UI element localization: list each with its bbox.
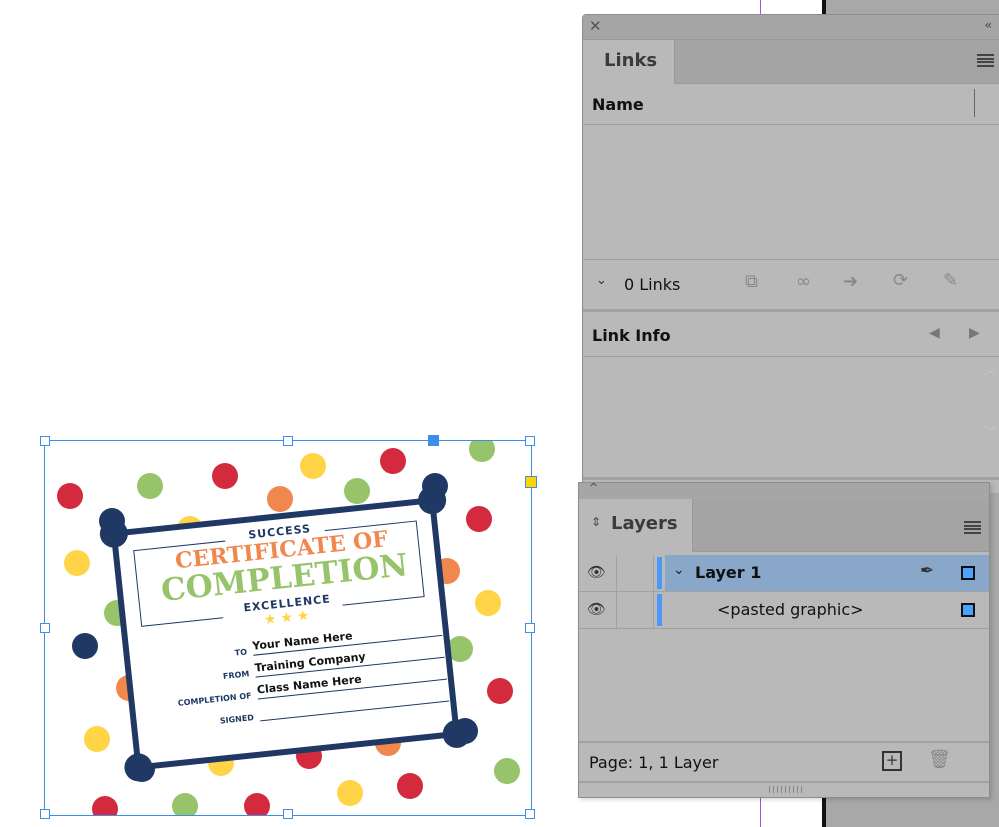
links-tab-row: Links (583, 40, 999, 84)
layers-panel: ^ ⇕ Layers 👁 ⌄ Layer 1 ✒ 👁 <pasted graphic> P… (578, 481, 990, 798)
layers-status: Page: 1, 1 Layer (589, 753, 719, 772)
link-info-body: ︿ ﹀ (583, 357, 999, 477)
layer-name-cell[interactable]: ⌄ Layer 1 ✒ (665, 555, 989, 591)
delete-layer-icon[interactable]: 🗑 (928, 749, 951, 770)
resize-handle-top[interactable] (283, 436, 293, 446)
confetti-dot (244, 793, 270, 815)
collapse-panel-icon[interactable]: ‹‹ (984, 18, 991, 32)
resize-handle-bottom[interactable] (283, 809, 293, 819)
visibility-eye-icon[interactable]: 👁 (587, 563, 606, 581)
selection-square-icon[interactable] (961, 566, 975, 580)
tab-links-label: Links (604, 50, 658, 71)
close-icon[interactable]: ✕ (589, 17, 602, 35)
tab-layers[interactable]: ⇕ Layers (579, 499, 693, 552)
confetti-dot (337, 780, 363, 806)
resize-handle-top-right[interactable] (525, 436, 535, 446)
confetti-dot (344, 478, 370, 504)
tab-options-icon: ⇕ (591, 515, 602, 529)
confetti-dot (475, 590, 501, 616)
resize-handle-top-left[interactable] (40, 436, 50, 446)
next-link-icon[interactable]: ▶ (969, 325, 980, 341)
reference-point-handle[interactable] (428, 435, 439, 446)
goto-link-icon[interactable]: ➔ (843, 271, 858, 292)
layers-footer: Page: 1, 1 Layer + 🗑 (579, 743, 989, 783)
confetti-dot (397, 773, 423, 799)
confetti-dot (380, 448, 406, 474)
panel-menu-icon[interactable] (964, 521, 981, 534)
layer-row[interactable]: 👁 ⌄ Layer 1 ✒ (579, 555, 989, 592)
confetti-dot (267, 486, 293, 512)
new-layer-icon[interactable]: + (882, 751, 902, 771)
confetti-dot (64, 550, 90, 576)
selection-square-icon[interactable] (961, 603, 975, 617)
layers-panel-titlebar[interactable]: ^ (579, 481, 989, 499)
confetti-dot (466, 506, 492, 532)
layer-name: Layer 1 (695, 563, 762, 582)
layer-color-swatch (657, 557, 662, 589)
confetti-dot (487, 678, 513, 704)
resize-handle-bottom-right[interactable] (525, 809, 535, 819)
links-column-header[interactable]: Name (583, 84, 999, 125)
pen-current-layer-icon: ✒ (920, 561, 935, 581)
layer-row[interactable]: 👁 <pasted graphic> (579, 592, 989, 629)
panel-menu-icon[interactable] (977, 54, 994, 67)
confetti-dot (172, 793, 198, 815)
resize-handle-right[interactable] (525, 623, 535, 633)
links-panel: ✕ ‹‹ Links Name ⌄ 0 Links ⧉ ∞ ➔ ⟳ ✎ Link… (582, 14, 999, 493)
tab-links[interactable]: Links (583, 40, 675, 84)
previous-link-icon[interactable]: ◀ (929, 325, 940, 341)
confetti-dot (137, 473, 163, 499)
tab-layers-label: Layers (611, 513, 678, 534)
layer-name: <pasted graphic> (717, 600, 864, 619)
layers-tab-row: ⇕ Layers (579, 499, 989, 552)
link-info-label: Link Info (592, 326, 671, 345)
panel-resize-grip[interactable] (769, 786, 803, 793)
edit-original-icon[interactable]: ✎ (943, 270, 958, 291)
lock-toggle[interactable] (617, 555, 653, 591)
resize-handle-bottom-left[interactable] (40, 809, 50, 819)
links-toolbar: ⌄ 0 Links ⧉ ∞ ➔ ⟳ ✎ (583, 260, 999, 310)
confetti-dot (92, 796, 118, 815)
content-grabber-handle[interactable] (525, 476, 537, 488)
links-list (583, 125, 999, 259)
confetti-dot (212, 463, 238, 489)
update-link-icon[interactable]: ⟳ (893, 270, 908, 291)
cert-field-label: SIGNED (219, 713, 255, 726)
confetti-dot (469, 441, 495, 462)
expand-chevron-icon[interactable]: ⌄ (596, 273, 607, 288)
confetti-dot (72, 633, 98, 659)
link-info-header[interactable]: Link Info ◀ ▶ (583, 312, 999, 357)
name-column-label: Name (592, 95, 644, 114)
confetti-dot (84, 726, 110, 752)
column-resize-divider[interactable] (974, 89, 975, 117)
scroll-up-icon[interactable]: ︿ (984, 361, 996, 378)
resize-handle-left[interactable] (40, 623, 50, 633)
confetti-dot (57, 483, 83, 509)
layer-color-swatch (657, 594, 662, 626)
relink-from-cc-icon[interactable]: ⧉ (745, 271, 758, 292)
scroll-down-icon[interactable]: ﹀ (984, 423, 996, 440)
lock-toggle[interactable] (617, 592, 653, 628)
certificate-graphic-frame[interactable]: SUCCESS CERTIFICATE OF COMPLETION EXCELL… (40, 435, 537, 819)
links-count: 0 Links (624, 275, 681, 294)
confetti-dot (300, 453, 326, 479)
confetti-dot (494, 758, 520, 784)
expand-chevron-icon[interactable]: ⌄ (673, 562, 685, 578)
link-icon[interactable]: ∞ (796, 271, 811, 292)
links-panel-titlebar[interactable]: ✕ ‹‹ (583, 15, 999, 40)
layer-name-cell[interactable]: <pasted graphic> (665, 592, 989, 628)
collapse-up-icon[interactable]: ^ (589, 481, 598, 494)
visibility-eye-icon[interactable]: 👁 (587, 600, 606, 618)
